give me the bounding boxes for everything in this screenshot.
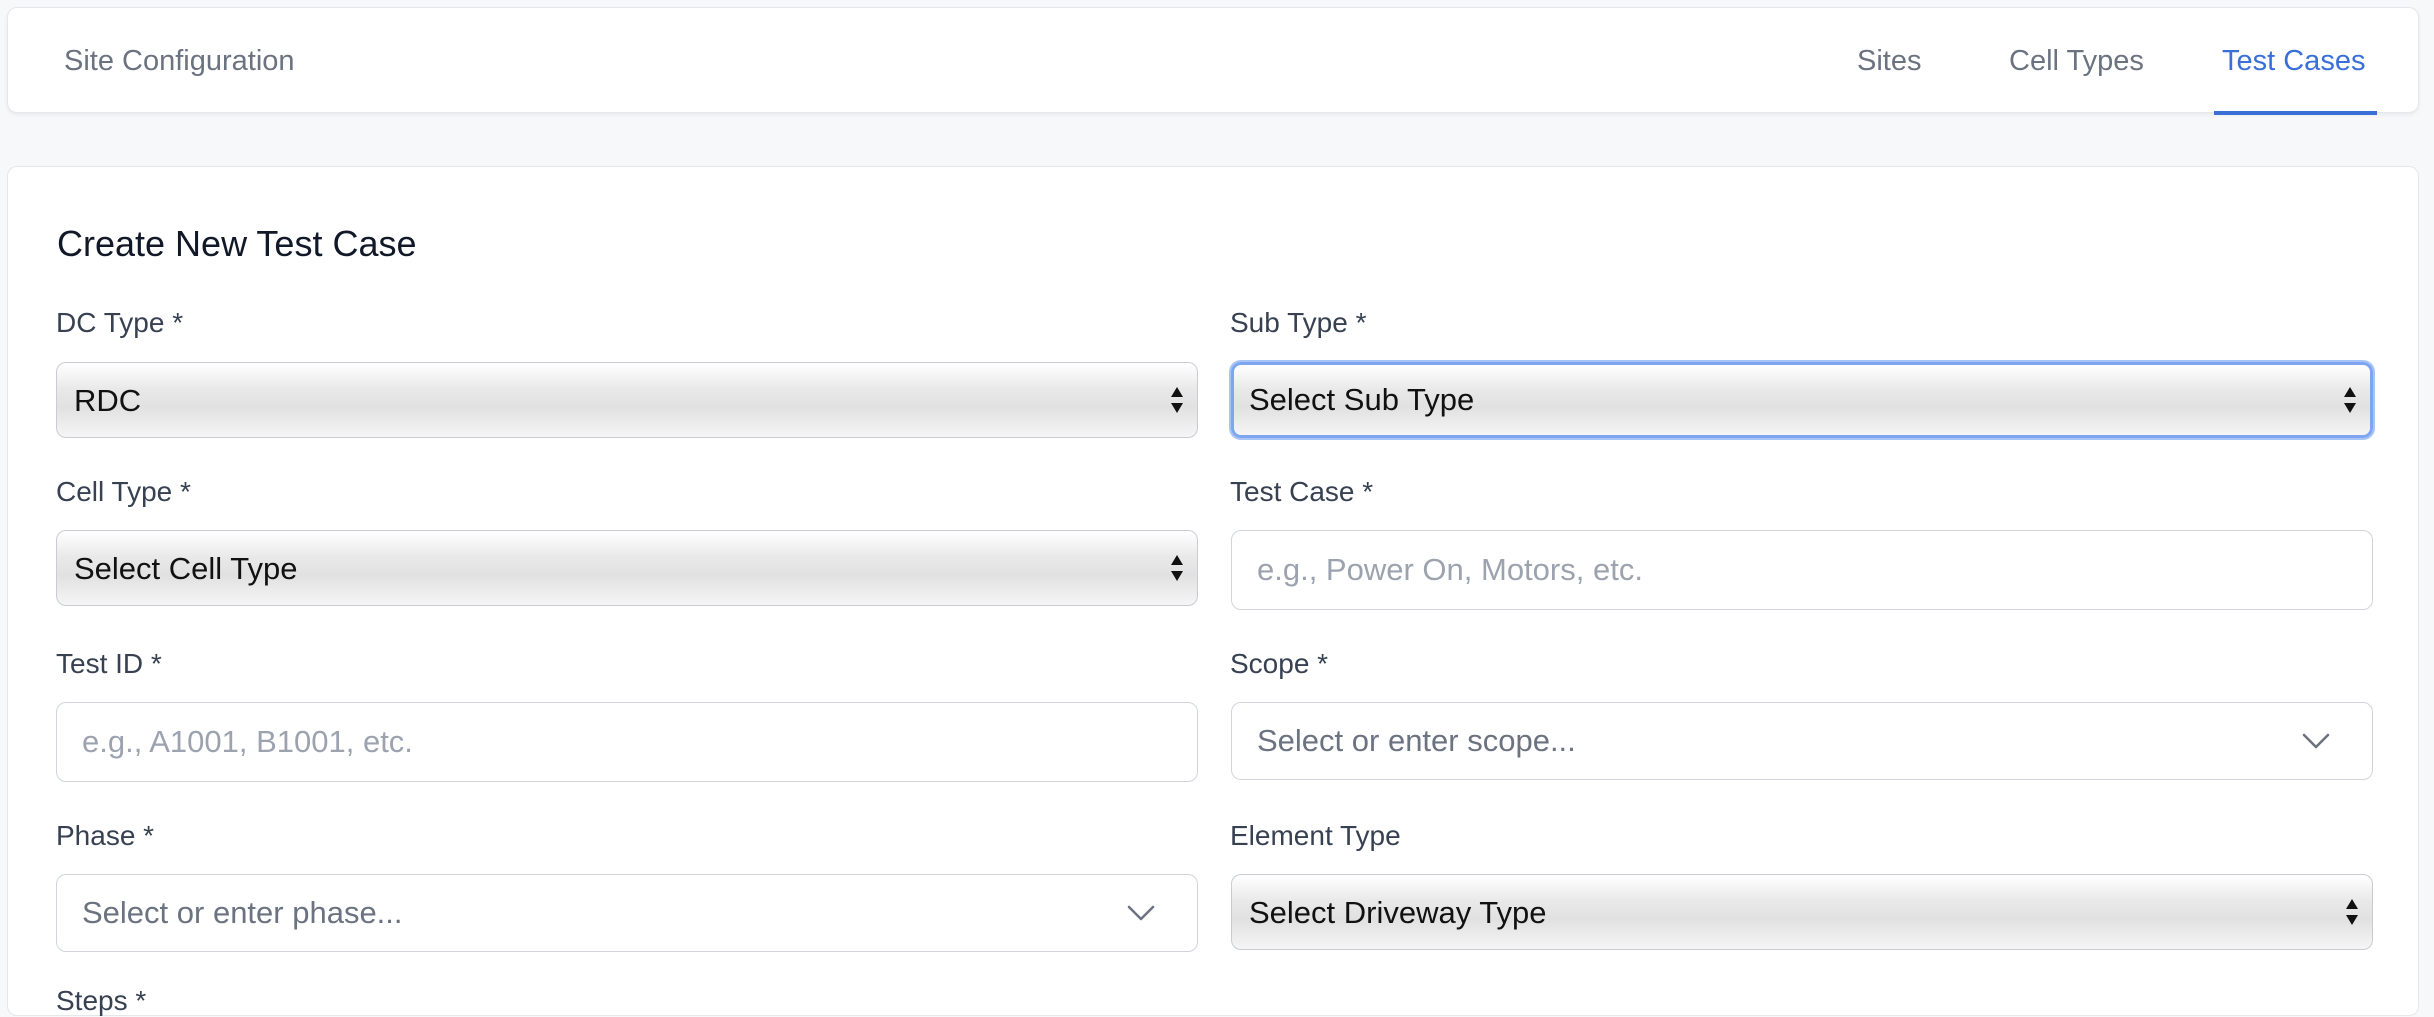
sub-type-value: Select Sub Type: [1249, 382, 1475, 417]
scope-combobox[interactable]: Select or enter scope...: [1231, 702, 2373, 780]
scope-placeholder: Select or enter scope...: [1257, 723, 1576, 758]
element-type-value: Select Driveway Type: [1249, 895, 1547, 930]
nav-test-cases[interactable]: Test Cases: [2222, 8, 2365, 114]
dc-type-select[interactable]: RDC: [56, 362, 1198, 438]
test-id-label: Test ID *: [56, 648, 162, 679]
nav-sites[interactable]: Sites: [1857, 8, 1921, 114]
top-nav-bar: Site Configuration Sites Cell Types Test…: [7, 7, 2419, 115]
up-down-arrows-icon: [2346, 899, 2358, 925]
nav-cell-types[interactable]: Cell Types: [2009, 8, 2144, 114]
sub-type-select[interactable]: Select Sub Type: [1231, 362, 2373, 438]
chevron-down-icon: [2302, 733, 2330, 749]
test-case-label: Test Case *: [1230, 476, 1374, 507]
up-down-arrows-icon: [1171, 387, 1183, 413]
test-case-placeholder: e.g., Power On, Motors, etc.: [1257, 552, 1643, 587]
cell-type-value: Select Cell Type: [74, 551, 298, 586]
test-id-placeholder: e.g., A1001, B1001, etc.: [82, 724, 413, 759]
test-case-input[interactable]: e.g., Power On, Motors, etc.: [1231, 530, 2373, 610]
phase-placeholder: Select or enter phase...: [82, 895, 403, 930]
test-id-input[interactable]: e.g., A1001, B1001, etc.: [56, 702, 1198, 782]
cell-type-select[interactable]: Select Cell Type: [56, 530, 1198, 606]
phase-combobox[interactable]: Select or enter phase...: [56, 874, 1198, 952]
cell-type-label: Cell Type *: [56, 476, 191, 507]
dc-type-value: RDC: [74, 383, 142, 418]
element-type-label: Element Type: [1230, 820, 1401, 851]
up-down-arrows-icon: [1171, 555, 1183, 581]
form-title: Create New Test Case: [57, 223, 417, 264]
active-tab-indicator: [2214, 111, 2377, 115]
sub-type-label: Sub Type *: [1230, 307, 1367, 338]
phase-label: Phase *: [56, 820, 155, 851]
element-type-select[interactable]: Select Driveway Type: [1231, 874, 2373, 950]
scope-label: Scope *: [1230, 648, 1329, 679]
brand-title: Site Configuration: [64, 45, 295, 77]
steps-label: Steps *: [56, 985, 147, 1016]
up-down-arrows-icon: [2344, 387, 2356, 413]
chevron-down-icon: [1127, 905, 1155, 921]
dc-type-label: DC Type *: [56, 307, 184, 338]
